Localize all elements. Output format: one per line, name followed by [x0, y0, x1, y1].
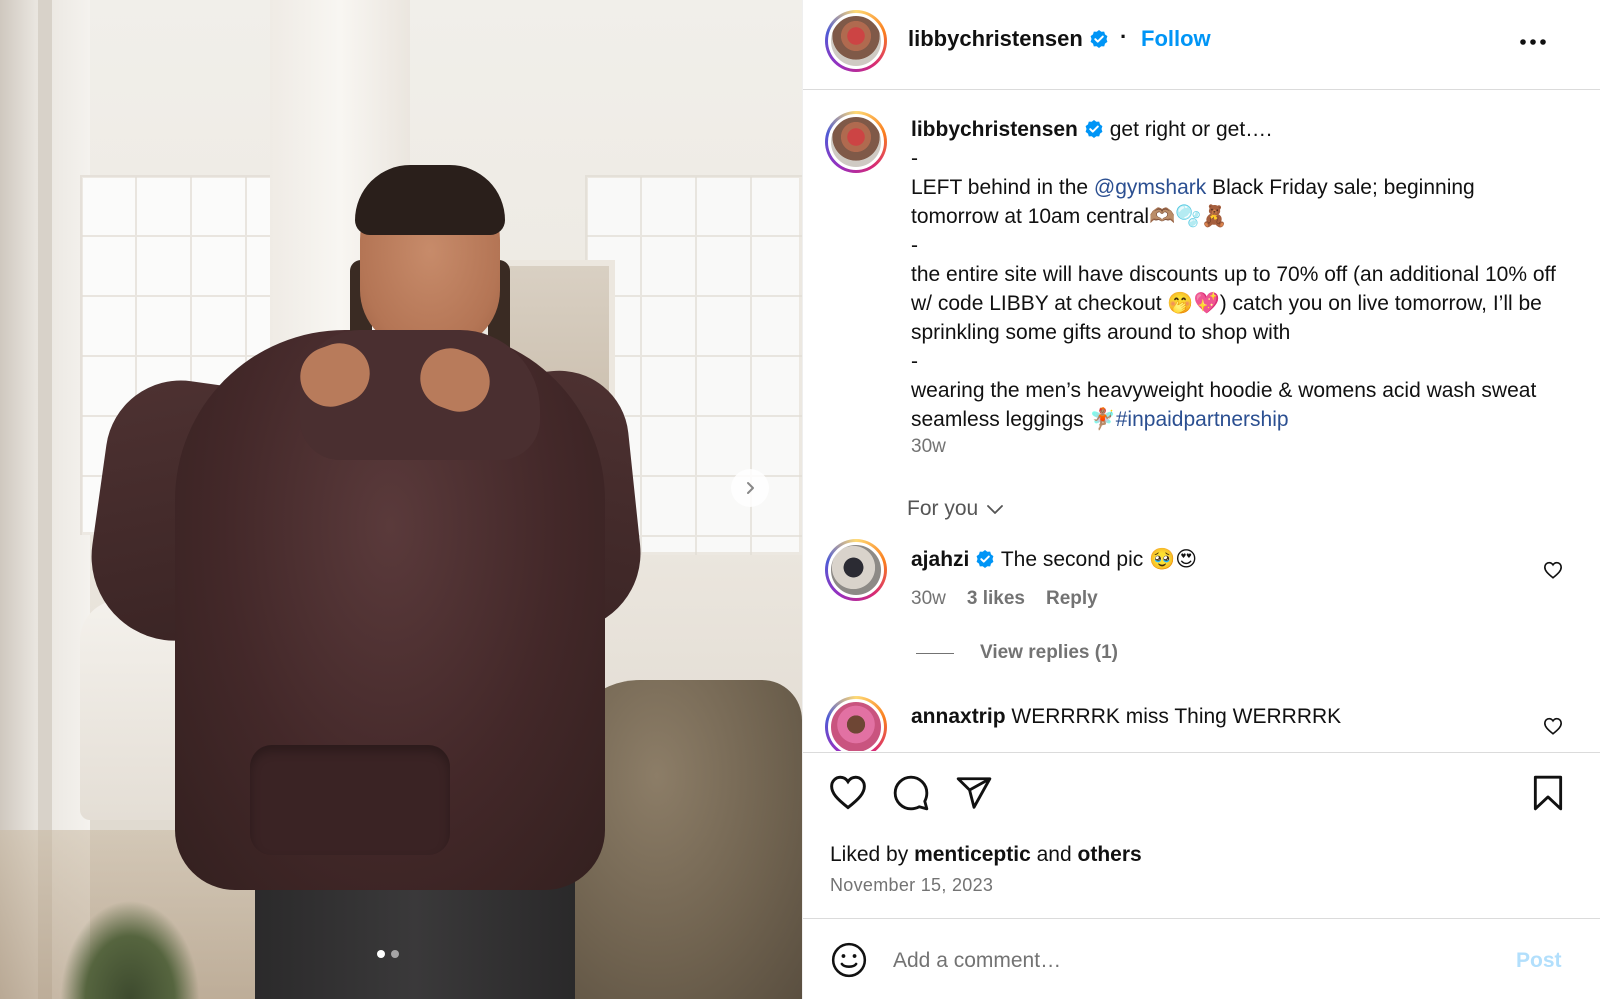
more-options-icon	[1520, 39, 1546, 45]
commenter-avatar[interactable]	[825, 539, 887, 601]
more-options-button[interactable]	[1513, 22, 1553, 62]
comment-body: WERRRRK miss Thing WERRRRK	[1011, 705, 1342, 728]
carousel-dot-1	[377, 950, 385, 958]
replies-divider	[916, 652, 954, 654]
liked-by-prefix: Liked by	[830, 843, 909, 866]
photo-plant	[60, 900, 200, 999]
emoji-button[interactable]	[830, 941, 868, 984]
liked-by-others[interactable]: others	[1078, 843, 1142, 866]
mention-link[interactable]: @gymshark	[1094, 176, 1206, 199]
header-separator: ·	[1120, 24, 1128, 49]
comment-like-button[interactable]	[1543, 717, 1563, 740]
caption-username[interactable]: libbychristensen	[911, 118, 1078, 141]
comment-button[interactable]	[892, 774, 930, 817]
comment-text: annaxtrip WERRRRK miss Thing WERRRRK	[911, 705, 1341, 729]
carousel-dots	[377, 950, 399, 958]
liked-by-and: and	[1036, 843, 1072, 866]
verified-badge-icon	[976, 550, 994, 568]
comment-icon	[893, 775, 929, 811]
emoji-icon	[831, 942, 867, 978]
save-button[interactable]	[1531, 774, 1565, 817]
view-replies-button[interactable]: View replies (1)	[916, 642, 1118, 664]
commenter-avatar[interactable]	[825, 696, 887, 751]
follow-button[interactable]: Follow	[1141, 26, 1211, 52]
view-replies-label: View replies (1)	[980, 642, 1118, 663]
reply-button[interactable]: Reply	[1046, 588, 1098, 610]
photo-hair	[355, 165, 505, 235]
caption-dash: -	[911, 234, 918, 257]
caption-line-1: get right or get….	[1109, 118, 1272, 141]
comment-meta: 30w 3 likes Reply	[911, 588, 1098, 610]
author-username[interactable]: libbychristensen	[908, 26, 1109, 52]
chevron-right-icon	[747, 482, 754, 494]
comment-like-button[interactable]	[1543, 561, 1563, 584]
caption-dash: -	[911, 147, 918, 170]
post-photo[interactable]	[0, 0, 802, 999]
caption-p1-pre: LEFT behind in the	[911, 176, 1094, 199]
like-button[interactable]	[828, 774, 868, 815]
comments-scroll-area[interactable]: libbychristensen get right or get…. - LE…	[803, 91, 1600, 751]
carousel-dot-2	[391, 950, 399, 958]
caption-dash: -	[911, 350, 918, 373]
liked-by: Liked by menticeptic and others	[830, 843, 1142, 867]
comment-body: The second pic 🥹😍	[1000, 548, 1198, 571]
comment-sort-label: For you	[907, 497, 979, 520]
post-details-panel: libbychristensen · Follow libbychristens…	[802, 0, 1600, 999]
comment-likes-count[interactable]: 3 likes	[967, 588, 1025, 610]
hashtag-link[interactable]: #inpaidpartnership	[1116, 408, 1289, 431]
post-comment-button[interactable]: Post	[1516, 949, 1562, 973]
heart-icon	[830, 775, 866, 810]
comment-username[interactable]: ajahzi	[911, 548, 969, 571]
add-comment-input[interactable]	[893, 941, 1473, 981]
caption-author-avatar[interactable]	[825, 111, 887, 173]
photo-hoodie-pocket	[250, 745, 450, 855]
comment-text: ajahzi The second pic 🥹😍	[911, 547, 1197, 572]
comment-sort-dropdown[interactable]: For you	[907, 497, 1004, 521]
caption-timestamp[interactable]: 30w	[911, 436, 946, 458]
author-avatar[interactable]	[825, 10, 887, 72]
post-header: libbychristensen · Follow	[803, 0, 1600, 90]
comment-time[interactable]: 30w	[911, 588, 946, 610]
carousel-next-button[interactable]	[731, 469, 769, 507]
liked-by-user[interactable]: menticeptic	[914, 843, 1031, 866]
verified-badge-icon	[1090, 30, 1108, 48]
heart-icon	[1543, 561, 1563, 579]
post-actions: Liked by menticeptic and others November…	[803, 752, 1600, 918]
verified-badge-icon	[1085, 120, 1103, 138]
share-icon	[956, 777, 992, 809]
share-button[interactable]	[955, 774, 993, 817]
bookmark-icon	[1533, 775, 1563, 811]
comment-username[interactable]: annaxtrip	[911, 705, 1006, 728]
heart-icon	[1543, 717, 1563, 735]
add-comment-bar: Post	[803, 918, 1600, 999]
chevron-down-icon	[987, 505, 1004, 514]
post-date[interactable]: November 15, 2023	[830, 875, 993, 896]
post-caption: libbychristensen get right or get…. - LE…	[911, 115, 1561, 434]
caption-p2: the entire site will have discounts up t…	[911, 263, 1556, 344]
